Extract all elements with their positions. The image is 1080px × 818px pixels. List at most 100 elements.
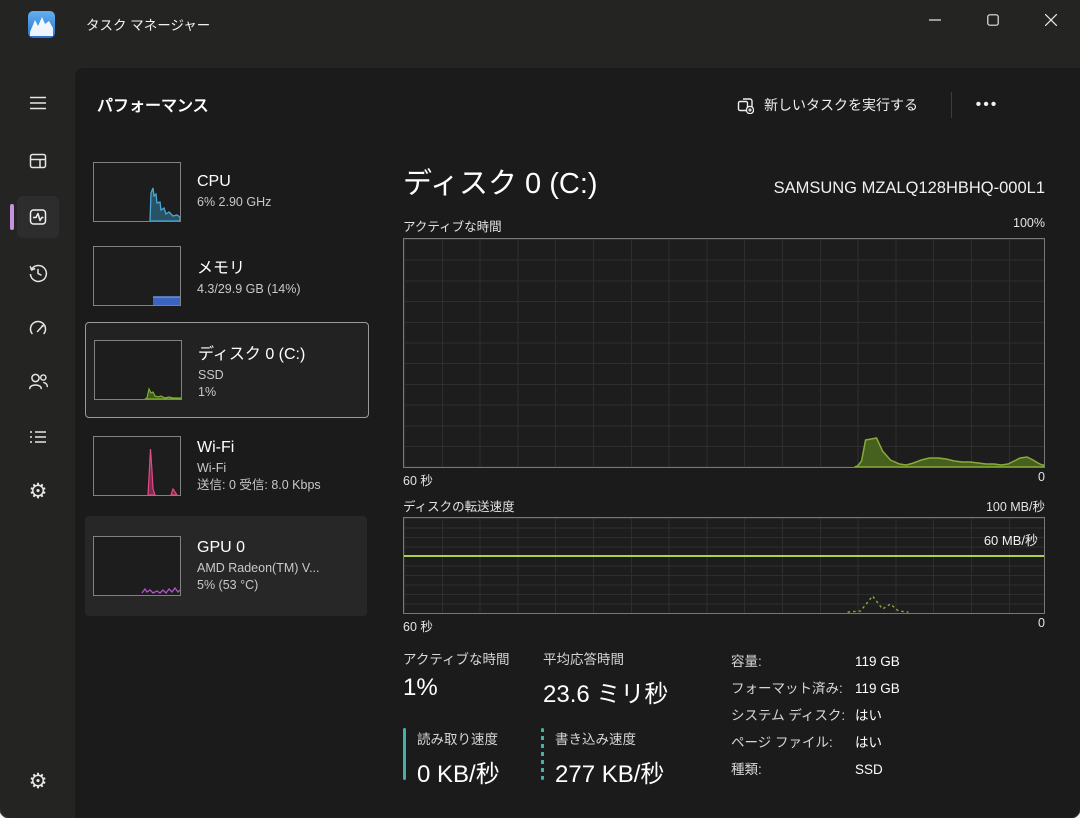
- startup-apps-icon: [27, 318, 49, 340]
- details-icon: [27, 426, 49, 448]
- users-icon: [27, 370, 49, 392]
- sidebar-item-services[interactable]: ⚙: [17, 470, 59, 512]
- sidebar-item-details[interactable]: [17, 416, 59, 458]
- settings-button[interactable]: ⚙: [17, 760, 59, 802]
- list-item-title: GPU 0: [197, 539, 320, 557]
- property-value: はい: [855, 729, 882, 756]
- stat-value: 1%: [403, 674, 510, 702]
- minimize-icon: [929, 14, 941, 26]
- sidebar-item-users[interactable]: [17, 360, 59, 402]
- list-item-subtitle2: 送信: 0 受信: 8.0 Kbps: [197, 477, 321, 494]
- stat-value: 277 KB/秒: [555, 754, 664, 789]
- sidebar-selection-accent: [10, 204, 14, 230]
- device-name: SAMSUNG MZALQ128HBHQ-000L1: [774, 179, 1045, 198]
- titlebar: タスク マネージャー: [0, 0, 1080, 56]
- list-item-disk[interactable]: ディスク 0 (C:) SSD 1%: [85, 322, 369, 418]
- list-item-subtitle: SSD: [198, 367, 305, 384]
- read-speed-legend-bar: [403, 728, 406, 780]
- list-item-subtitle: AMD Radeon(TM) V...: [197, 560, 320, 577]
- stat-label: 書き込み速度: [555, 728, 664, 748]
- stat-value: 0 KB/秒: [417, 754, 500, 789]
- memory-sparkline: [93, 246, 181, 306]
- sidebar-item-processes[interactable]: [17, 140, 59, 182]
- maximize-icon: [987, 14, 999, 26]
- list-item-title: メモリ: [197, 254, 301, 278]
- processes-icon: [27, 150, 49, 172]
- property-value: SSD: [855, 756, 883, 783]
- list-item-title: Wi-Fi: [197, 439, 321, 457]
- property-row-formatted: フォーマット済み: 119 GB: [731, 675, 1045, 702]
- transfer-axis-top: ディスクの転送速度 100 MB/秒: [403, 496, 1045, 512]
- active-time-axis-bottom: 60 秒 0: [403, 470, 1045, 486]
- property-label: システム ディスク:: [731, 702, 855, 729]
- maximize-button[interactable]: [964, 0, 1022, 40]
- list-item-memory[interactable]: メモリ 4.3/29.9 GB (14%): [85, 236, 367, 316]
- active-time-series: [404, 239, 1044, 467]
- property-label: フォーマット済み:: [731, 675, 855, 702]
- list-item-title: CPU: [197, 173, 271, 191]
- x-right-label: 0: [1038, 616, 1045, 630]
- list-item-gpu[interactable]: GPU 0 AMD Radeon(TM) V... 5% (53 °C): [85, 516, 367, 616]
- property-label: 種類:: [731, 756, 855, 783]
- x-left-label: 60 秒: [403, 616, 433, 635]
- x-left-label: 60 秒: [403, 470, 433, 489]
- list-item-wifi[interactable]: Wi-Fi Wi-Fi 送信: 0 受信: 8.0 Kbps: [85, 420, 367, 512]
- property-row-type: 種類: SSD: [731, 756, 1045, 783]
- transfer-axis-bottom: 60 秒 0: [403, 616, 1045, 632]
- list-item-subtitle: 6% 2.90 GHz: [197, 194, 271, 211]
- sidebar-item-app-history[interactable]: [17, 252, 59, 294]
- cpu-sparkline: [93, 162, 181, 222]
- transfer-series: [404, 518, 1044, 613]
- list-item-subtitle: 4.3/29.9 GB (14%): [197, 281, 301, 298]
- chart-ymax: 100 MB/秒: [986, 496, 1045, 515]
- stat-label: アクティブな時間: [403, 648, 510, 668]
- performance-icon: [27, 206, 49, 228]
- stat-avg-response: 平均応答時間 23.6 ミリ秒: [543, 648, 668, 709]
- stat-write-speed: 書き込み速度 277 KB/秒: [555, 728, 664, 789]
- sidebar: ⚙ ⚙: [0, 56, 75, 818]
- property-value: 119 GB: [855, 648, 900, 675]
- window-controls: [906, 0, 1080, 40]
- stat-value: 23.6 ミリ秒: [543, 674, 668, 709]
- disk-stats: アクティブな時間 1% 平均応答時間 23.6 ミリ秒 読み取り速度 0 KB/…: [403, 648, 1045, 818]
- write-speed-legend-bar: [541, 728, 544, 780]
- app-history-icon: [27, 262, 49, 284]
- x-right-label: 0: [1038, 470, 1045, 484]
- minimize-button[interactable]: [906, 0, 964, 40]
- disk-detail-view: ディスク 0 (C:) SAMSUNG MZALQ128HBHQ-000L1 ア…: [403, 68, 1045, 818]
- close-button[interactable]: [1022, 0, 1080, 40]
- stat-label: 読み取り速度: [417, 728, 500, 748]
- close-icon: [1045, 14, 1057, 26]
- list-item-cpu[interactable]: CPU 6% 2.90 GHz: [85, 152, 367, 232]
- gpu-sparkline: [93, 536, 181, 596]
- content-panel: パフォーマンス 新しいタスクを実行する ••• CPU 6% 2.90: [75, 68, 1080, 818]
- list-item-subtitle: Wi-Fi: [197, 460, 321, 477]
- detail-title-row: ディスク 0 (C:) SAMSUNG MZALQ128HBHQ-000L1: [403, 158, 1045, 202]
- list-item-subtitle2: 1%: [198, 384, 305, 401]
- disk-properties: 容量: 119 GB フォーマット済み: 119 GB システム ディスク: は…: [731, 648, 1045, 783]
- property-row-system-disk: システム ディスク: はい: [731, 702, 1045, 729]
- active-time-chart: [403, 238, 1045, 468]
- property-label: ページ ファイル:: [731, 729, 855, 756]
- menu-icon: [27, 92, 49, 114]
- detail-title: ディスク 0 (C:): [403, 160, 598, 202]
- stat-active-time: アクティブな時間 1%: [403, 648, 510, 702]
- settings-gear-icon: ⚙: [29, 771, 48, 792]
- property-row-capacity: 容量: 119 GB: [731, 648, 1045, 675]
- app-logo-icon: [28, 11, 55, 38]
- chart-label: アクティブな時間: [403, 216, 502, 235]
- sidebar-item-startup-apps[interactable]: [17, 308, 59, 350]
- task-manager-window: タスク マネージャー: [0, 0, 1080, 818]
- list-item-subtitle2: 5% (53 °C): [197, 577, 320, 594]
- active-time-axis-top: アクティブな時間 100%: [403, 216, 1045, 232]
- sidebar-item-performance[interactable]: [17, 196, 59, 238]
- window-title: タスク マネージャー: [86, 0, 210, 56]
- property-label: 容量:: [731, 648, 855, 675]
- menu-button[interactable]: [17, 82, 59, 124]
- chart-label: ディスクの転送速度: [403, 496, 515, 515]
- page-title: パフォーマンス: [97, 92, 209, 116]
- chart-ymax: 100%: [1013, 216, 1045, 230]
- wifi-sparkline: [93, 436, 181, 496]
- transfer-chart: 60 MB/秒: [403, 517, 1045, 614]
- disk-sparkline: [94, 340, 182, 400]
